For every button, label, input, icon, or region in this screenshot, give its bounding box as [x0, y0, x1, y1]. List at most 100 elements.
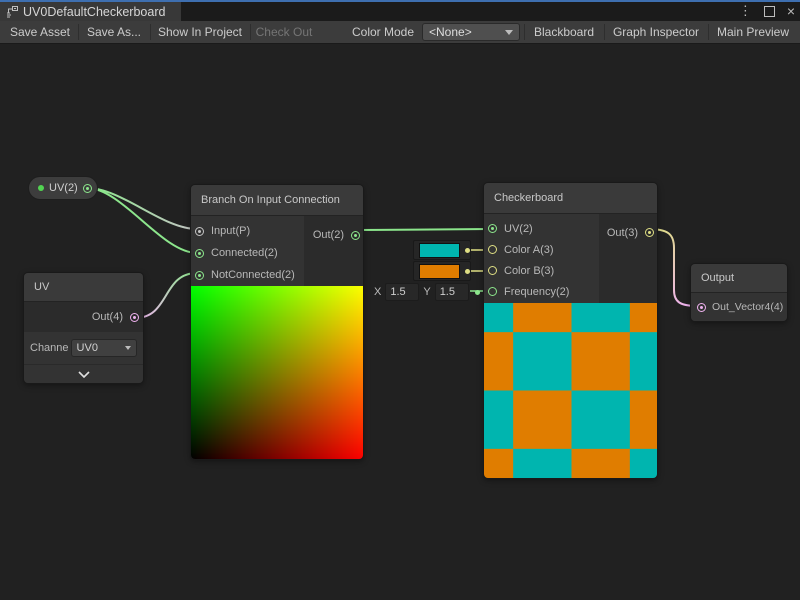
save-as-button[interactable]: Save As... [80, 21, 148, 43]
port-branch-notconnected[interactable] [195, 271, 204, 280]
node-uv[interactable]: UV Out(4) Channe UV0 [23, 272, 144, 384]
color-a-swatch[interactable] [419, 243, 460, 258]
close-icon[interactable]: × [787, 4, 795, 18]
document-tab[interactable]: UV0DefaultCheckerboard [0, 2, 181, 21]
frequency-stub-dot [475, 290, 480, 295]
checker-out-label: Out(3) [607, 227, 638, 239]
checkerboard-node-title: Checkerboard [494, 192, 563, 204]
shader-graph-window: UV0DefaultCheckerboard ⋮ × Save Asset Sa… [0, 0, 800, 600]
uv-out-label: Out(4) [92, 311, 123, 323]
color-a-stub-dot [465, 248, 470, 253]
toolbar-separator [250, 24, 251, 40]
chevron-down-icon [505, 30, 513, 35]
color-mode-label: Color Mode [348, 21, 418, 43]
color-b-swatch[interactable] [419, 264, 460, 279]
menu-icon[interactable]: ⋮ [739, 3, 752, 19]
main-preview-toggle[interactable]: Main Preview [710, 21, 796, 43]
branch-node-title: Branch On Input Connection [201, 194, 340, 206]
chevron-down-icon [125, 346, 131, 350]
edge-uvpill-to-input[interactable] [87, 188, 197, 229]
toolbar: Save Asset Save As... Show In Project Ch… [0, 21, 800, 44]
uv-collapse-row[interactable] [24, 364, 143, 383]
port-checker-color-a[interactable] [488, 245, 497, 254]
toolbar-separator [604, 24, 605, 40]
save-asset-button[interactable]: Save Asset [4, 21, 76, 43]
port-checker-uv[interactable] [488, 224, 497, 233]
checker-uv-label: UV(2) [504, 223, 533, 235]
window-controls: ⋮ × [739, 3, 795, 19]
port-row-out: Out(3) [606, 222, 654, 243]
frequency-x-input[interactable]: 1.5 [385, 283, 419, 301]
output-node-title: Output [701, 272, 734, 284]
uv-node-header[interactable]: UV [24, 273, 143, 302]
graph-inspector-toggle[interactable]: Graph Inspector [606, 21, 706, 43]
uv-channel-dropdown[interactable]: UV0 [71, 339, 137, 357]
port-row-color-b: Color B(3) [487, 260, 599, 281]
frequency-field: X 1.5 Y 1.5 [374, 283, 480, 301]
edge-branchout-to-checkeruv[interactable] [357, 229, 491, 230]
tab-title: UV0DefaultCheckerboard [23, 5, 165, 19]
shader-graph-icon [6, 6, 18, 18]
checkerboard-input-panel: UV(2) Color A(3) Color B(3) Frequency(2) [484, 214, 599, 303]
title-strip: UV0DefaultCheckerboard ⋮ × [0, 0, 800, 21]
branch-output-panel: Out(2) [304, 216, 363, 286]
output-port-row: Out_Vector4(4) [691, 293, 787, 321]
frequency-y-label: Y [423, 286, 430, 298]
port-row-input: Input(P) [194, 220, 304, 242]
port-branch-input[interactable] [195, 227, 204, 236]
port-checker-color-b[interactable] [488, 266, 497, 275]
port-checker-frequency[interactable] [488, 287, 497, 296]
uv-channel-value: UV0 [77, 342, 98, 354]
checker-frequency-label: Frequency(2) [504, 286, 569, 298]
color-b-field[interactable] [413, 261, 471, 281]
toolbar-separator [524, 24, 525, 40]
checker-color-b-label: Color B(3) [504, 265, 554, 277]
port-uvpill-out[interactable] [83, 184, 92, 193]
port-row-out: Out(2) [312, 224, 360, 246]
port-checker-out[interactable] [645, 228, 654, 237]
port-branch-connected[interactable] [195, 249, 204, 258]
color-mode-dropdown[interactable]: <None> [422, 23, 520, 41]
checker-color-a-label: Color A(3) [504, 244, 554, 256]
checkerboard-output-panel: Out(3) [599, 214, 657, 303]
checkerboard-node-header[interactable]: Checkerboard [484, 183, 657, 214]
node-uv2-property[interactable]: UV(2) [28, 176, 98, 200]
branch-node-header[interactable]: Branch On Input Connection [191, 185, 363, 216]
uv-channel-label: Channe [30, 342, 69, 354]
port-row-frequency: Frequency(2) [487, 281, 599, 302]
uv-out-row: Out(4) [24, 302, 143, 332]
collapse-chevron-icon [77, 371, 91, 378]
maximize-icon[interactable] [764, 6, 775, 17]
toolbar-separator [150, 24, 151, 40]
checkerboard-node-preview [484, 303, 658, 478]
uv-node-title: UV [34, 281, 49, 293]
port-row-color-a: Color A(3) [487, 239, 599, 260]
branch-connected-label: Connected(2) [211, 247, 278, 259]
port-row-connected: Connected(2) [194, 242, 304, 264]
node-checkerboard[interactable]: Checkerboard UV(2) Color A(3) Color B(3) [483, 182, 658, 479]
frequency-x-label: X [374, 286, 381, 298]
frequency-y-input[interactable]: 1.5 [435, 283, 469, 301]
toolbar-separator [708, 24, 709, 40]
show-in-project-button[interactable]: Show In Project [152, 21, 248, 43]
check-out-button: Check Out [252, 21, 316, 43]
branch-out-label: Out(2) [313, 229, 344, 241]
property-dot-icon [38, 185, 44, 191]
output-node-header[interactable]: Output [691, 264, 787, 293]
port-output-vector4[interactable] [697, 303, 706, 312]
pill-label: UV(2) [49, 182, 78, 194]
port-branch-out[interactable] [351, 231, 360, 240]
branch-input-label: Input(P) [211, 225, 250, 237]
port-row-notconnected: NotConnected(2) [194, 264, 304, 286]
edge-uvpill-to-connected[interactable] [87, 188, 197, 253]
color-a-field[interactable] [413, 240, 471, 260]
node-output[interactable]: Output Out_Vector4(4) [690, 263, 788, 322]
color-mode-value: <None> [429, 25, 472, 39]
blackboard-toggle[interactable]: Blackboard [526, 21, 602, 43]
branch-notconnected-label: NotConnected(2) [211, 269, 295, 281]
branch-node-preview [191, 286, 364, 459]
edge-uvout-to-notconnected[interactable] [135, 273, 197, 318]
port-uv-out4[interactable] [130, 313, 139, 322]
node-branch-on-input-connection[interactable]: Branch On Input Connection Input(P) Conn… [190, 184, 364, 460]
port-row-uv: UV(2) [487, 218, 599, 239]
